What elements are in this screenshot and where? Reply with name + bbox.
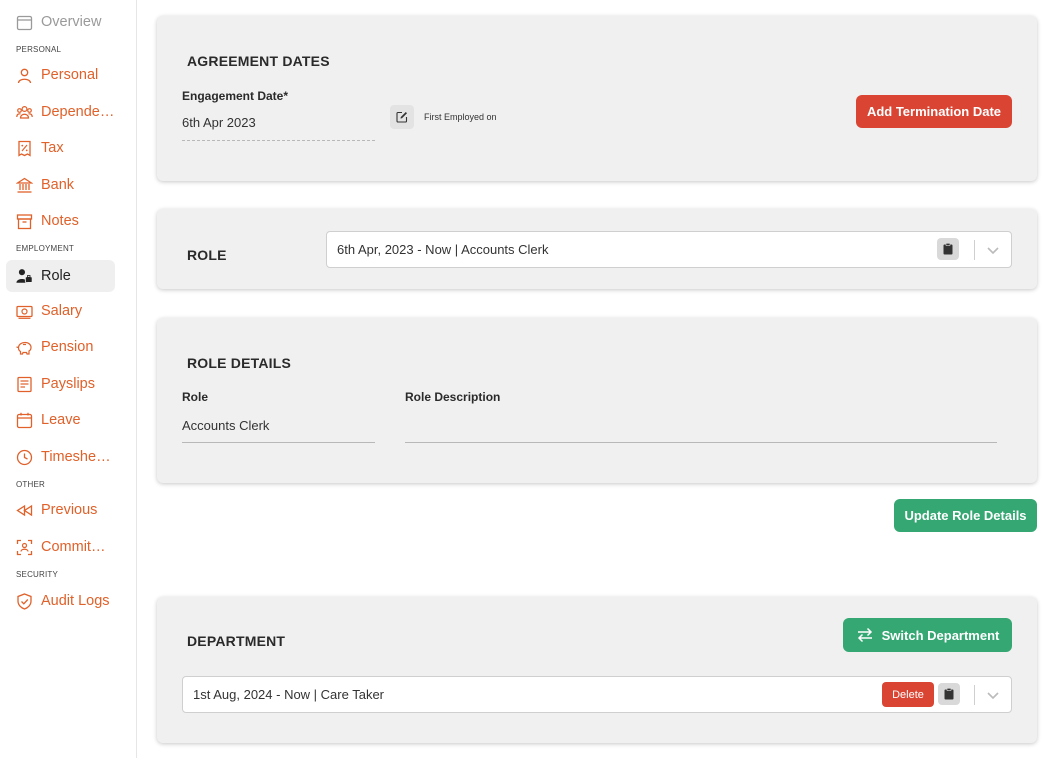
agreement-dates-title: AGREEMENT DATES (187, 53, 330, 69)
engagement-date-label: Engagement Date* (182, 89, 289, 103)
tax-icon (16, 140, 33, 157)
delete-department-button[interactable]: Delete (882, 682, 934, 707)
role-select[interactable]: 6th Apr, 2023 - Now | Accounts Clerk (326, 231, 1012, 268)
role-value[interactable]: Accounts Clerk (182, 418, 269, 433)
piggy-bank-icon (16, 339, 33, 356)
section-label-security: SECURITY (16, 570, 59, 579)
shield-check-icon (16, 592, 33, 610)
department-select[interactable]: 1st Aug, 2024 - Now | Care Taker Delete (182, 676, 1012, 713)
sidebar-item-timesheets[interactable]: Timesheets (6, 441, 115, 473)
clipboard-icon (944, 688, 954, 700)
edit-icon (396, 111, 408, 123)
money-icon (16, 303, 33, 320)
chevron-down-icon[interactable] (983, 240, 1003, 260)
calendar-icon (16, 412, 33, 429)
sidebar-item-label: Pension (41, 339, 94, 355)
section-label-employment: EMPLOYMENT (16, 244, 75, 253)
sidebar-item-payslips[interactable]: Payslips (6, 368, 115, 400)
sidebar-item-label: Previous (41, 502, 98, 518)
sidebar-item-label: Notes (41, 213, 79, 229)
clipboard-button[interactable] (937, 238, 959, 260)
sidebar-item-audit-logs[interactable]: Audit Logs (6, 585, 115, 617)
sidebar-item-dependents[interactable]: Dependents (6, 96, 115, 128)
user-role-icon (16, 268, 33, 285)
sidebar-item-tax[interactable]: Tax (6, 132, 115, 164)
sidebar-item-commitments[interactable]: Commitments (6, 531, 115, 563)
sidebar-item-personal[interactable]: Personal (6, 59, 115, 91)
select-separator (974, 685, 975, 705)
archive-icon (16, 213, 33, 230)
sidebar-item-label: Bank (41, 177, 75, 193)
sidebar-item-label: Timesheets (41, 449, 115, 465)
sidebar-item-label: Tax (41, 140, 64, 156)
role-description-underline (405, 442, 997, 443)
sidebar-item-bank[interactable]: Bank (6, 169, 115, 201)
section-label-personal: PERSONAL (16, 45, 62, 54)
sidebar-item-label: Salary (41, 303, 83, 319)
switch-department-button[interactable]: Switch Department (843, 618, 1012, 652)
department-card: DEPARTMENT Switch Department 1st Aug, 20… (157, 597, 1037, 743)
person-icon (16, 67, 33, 84)
sidebar-item-label: Role (41, 268, 71, 284)
sidebar-item-label: Dependents (41, 104, 115, 120)
department-select-value: 1st Aug, 2024 - Now | Care Taker (193, 687, 385, 702)
department-title: DEPARTMENT (187, 633, 286, 649)
clock-icon (16, 449, 33, 466)
clipboard-icon (943, 243, 953, 255)
clipboard-button[interactable] (938, 683, 960, 705)
bank-icon (16, 177, 33, 194)
rewind-icon (16, 502, 33, 519)
sidebar-item-previous[interactable]: Previous (6, 494, 115, 526)
sidebar-item-overview[interactable]: Overview (6, 6, 115, 38)
role-description-label: Role Description (405, 390, 501, 404)
engagement-date-value[interactable]: 6th Apr 2023 (182, 115, 256, 130)
update-role-details-button[interactable]: Update Role Details (894, 499, 1037, 532)
people-icon (16, 104, 33, 121)
sidebar-item-pension[interactable]: Pension (6, 331, 115, 363)
sidebar-item-label: Audit Logs (41, 593, 110, 609)
role-underline (182, 442, 375, 443)
switch-department-label: Switch Department (881, 627, 1000, 643)
sidebar-item-label: Commitments (41, 539, 115, 555)
sidebar-item-label: Personal (41, 67, 99, 83)
role-details-card: ROLE DETAILS Role Accounts Clerk Role De… (157, 318, 1037, 483)
calendar-icon (16, 14, 33, 31)
commitments-icon (16, 539, 33, 556)
payslip-icon (16, 376, 33, 393)
sidebar-item-notes[interactable]: Notes (6, 205, 115, 237)
chevron-down-icon[interactable] (983, 685, 1003, 705)
sidebar-item-label: Overview (41, 14, 102, 30)
agreement-dates-card: AGREEMENT DATES Engagement Date* 6th Apr… (157, 16, 1037, 181)
role-label: Role (182, 390, 209, 404)
role-title: ROLE (187, 247, 227, 263)
sidebar-item-salary[interactable]: Salary (6, 295, 115, 327)
engagement-date-underline (182, 140, 375, 141)
section-label-other: OTHER (16, 480, 45, 489)
role-card: ROLE 6th Apr, 2023 - Now | Accounts Cler… (157, 209, 1037, 289)
sidebar-item-label: Leave (41, 412, 81, 428)
role-select-value: 6th Apr, 2023 - Now | Accounts Clerk (337, 242, 549, 257)
select-separator (974, 240, 975, 260)
sidebar-item-label: Payslips (41, 376, 95, 392)
sidebar-item-role[interactable]: Role (6, 260, 115, 292)
edit-first-employed-button[interactable] (390, 105, 414, 129)
role-details-title: ROLE DETAILS (187, 355, 292, 371)
switch-arrows-icon (857, 627, 872, 643)
add-termination-date-button[interactable]: Add Termination Date (856, 95, 1012, 128)
sidebar-item-leave[interactable]: Leave (6, 404, 115, 436)
first-employed-label: First Employed on (424, 112, 497, 122)
sidebar: Overview PERSONAL Personal Dependents Ta… (0, 0, 137, 758)
